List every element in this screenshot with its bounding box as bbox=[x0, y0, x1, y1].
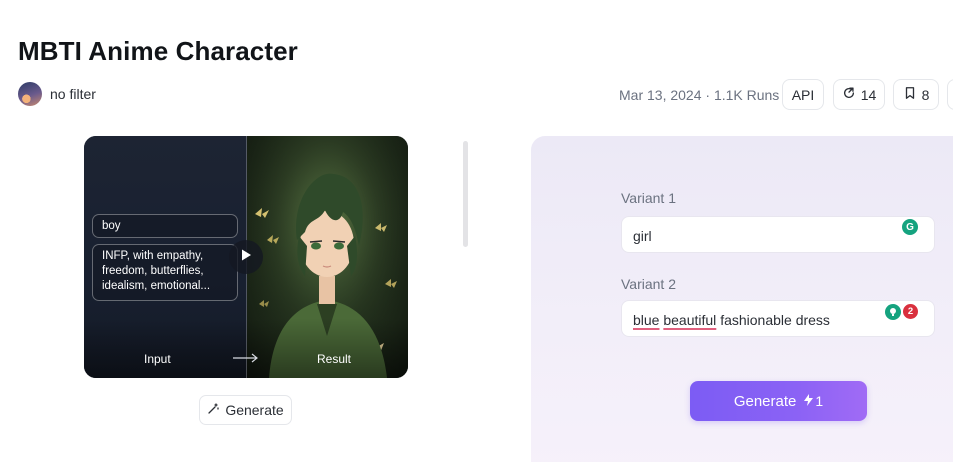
variant-1-input[interactable]: girl bbox=[621, 216, 935, 253]
api-label: API bbox=[791, 86, 815, 103]
meta-info: Mar 13, 2024 · 1.1K Runs bbox=[619, 87, 780, 103]
variant-1-value: girl bbox=[633, 228, 652, 244]
save-button[interactable]: 8 bbox=[893, 79, 939, 110]
issue-count-badge[interactable]: 2 bbox=[903, 304, 918, 319]
save-count: 8 bbox=[921, 86, 930, 103]
misspelled-word[interactable]: blue bbox=[633, 312, 659, 328]
lightning-icon bbox=[804, 393, 814, 409]
preview-card[interactable]: boy INFP, with empathy, freedom, butterf… bbox=[84, 136, 408, 378]
play-icon bbox=[239, 248, 253, 267]
share-button[interactable]: 14 bbox=[833, 79, 885, 110]
variant-2-label: Variant 2 bbox=[621, 276, 676, 292]
api-button[interactable]: API bbox=[782, 79, 824, 110]
scrollbar[interactable] bbox=[463, 141, 468, 247]
avatar[interactable] bbox=[18, 82, 42, 106]
more-button[interactable] bbox=[947, 79, 953, 110]
generate-button[interactable]: Generate 1 bbox=[690, 381, 867, 421]
author-name[interactable]: no filter bbox=[50, 86, 96, 102]
generate-label-secondary: Generate bbox=[225, 402, 284, 418]
author[interactable]: no filter bbox=[18, 82, 96, 106]
arrow-right-icon bbox=[233, 353, 258, 363]
share-icon bbox=[842, 86, 856, 103]
generate-label: Generate bbox=[733, 392, 797, 410]
input-label: Input bbox=[144, 352, 171, 366]
share-count: 14 bbox=[860, 86, 877, 103]
bookmark-icon bbox=[903, 86, 917, 103]
play-button[interactable] bbox=[229, 240, 263, 274]
variant-2-value: fashionable dress bbox=[720, 312, 830, 328]
generate-cost: 1 bbox=[815, 393, 824, 409]
variant-1-label: Variant 1 bbox=[621, 190, 676, 206]
page-title: MBTI Anime Character bbox=[18, 36, 298, 66]
input-tag-prompt: INFP, with empathy, freedom, butterflies… bbox=[92, 244, 238, 301]
generate-button-secondary[interactable]: Generate bbox=[199, 395, 292, 425]
magic-wand-icon bbox=[207, 402, 219, 418]
misspelled-word[interactable]: beautiful bbox=[663, 312, 716, 328]
lightbulb-icon[interactable] bbox=[885, 304, 901, 320]
grammarly-icon[interactable]: G bbox=[902, 219, 918, 235]
input-tag-gender: boy bbox=[92, 214, 238, 238]
result-label: Result bbox=[317, 352, 352, 366]
